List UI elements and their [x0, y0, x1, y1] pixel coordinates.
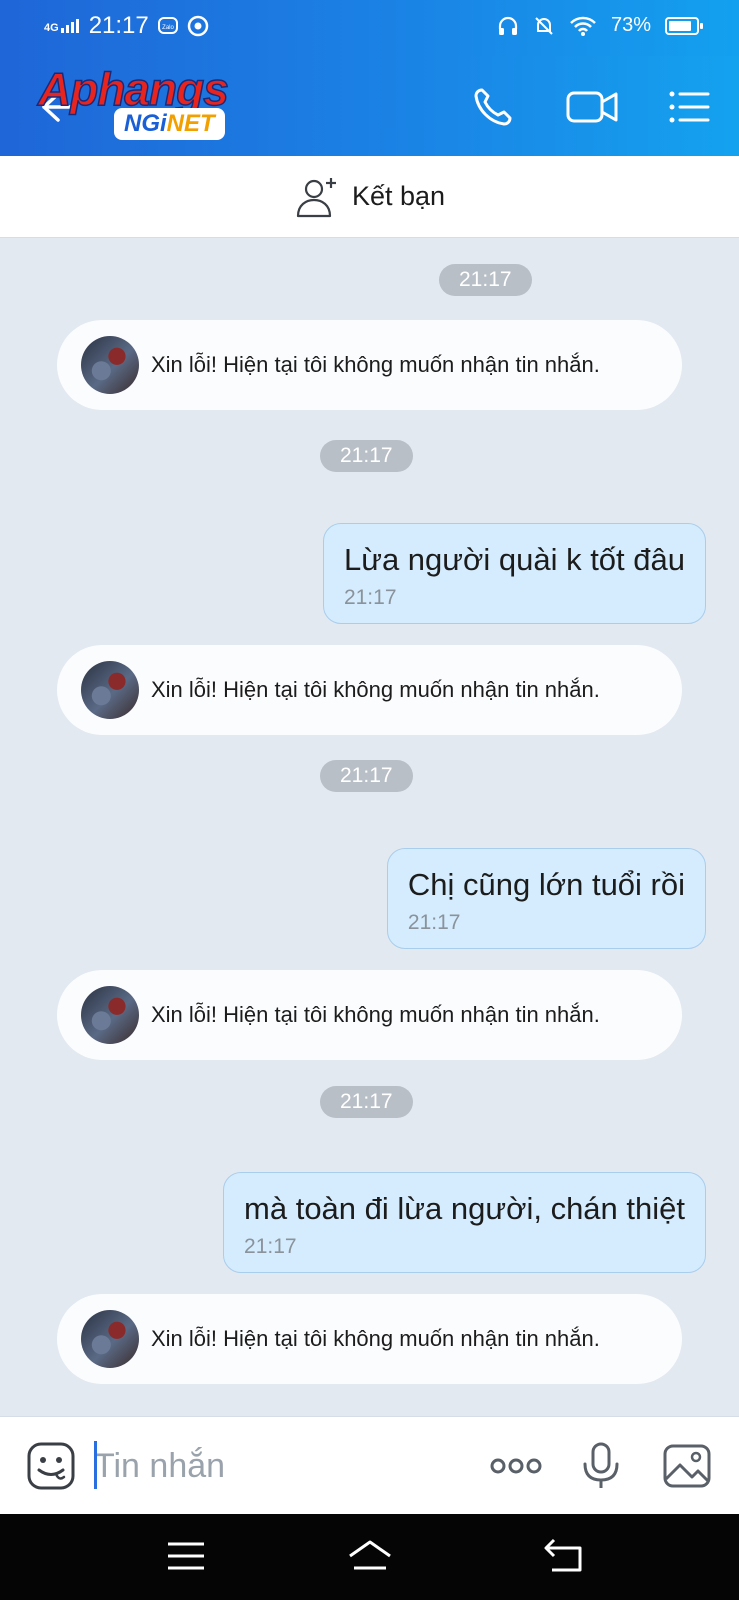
- text-caret: [94, 1441, 97, 1489]
- mute-icon: [535, 16, 553, 35]
- image-icon[interactable]: [662, 1441, 712, 1491]
- battery-percent: 73%: [610, 14, 651, 36]
- auto-reply-message[interactable]: Xin lỗi! Hiện tại tôi không muốn nhận ti…: [57, 645, 682, 735]
- battery-icon: [665, 16, 703, 35]
- headphones-icon: [498, 16, 518, 35]
- message-time: 21:17: [343, 586, 397, 609]
- time-divider: 21:17: [320, 1086, 413, 1118]
- phone-icon[interactable]: [468, 82, 518, 132]
- message-text: Chị cũng lớn tuổi rồi: [407, 867, 685, 902]
- auto-reply-message[interactable]: Xin lỗi! Hiện tại tôi không muốn nhận ti…: [57, 1294, 682, 1384]
- watermark-logo: Aphangs NGiNET: [37, 62, 258, 152]
- wifi-icon: [570, 16, 596, 36]
- message-text: Lừa người quài k tốt đâu: [343, 542, 685, 577]
- back-nav-icon[interactable]: [542, 1536, 586, 1576]
- home-icon[interactable]: [346, 1536, 394, 1576]
- avatar[interactable]: [81, 986, 139, 1044]
- message-text: mà toàn đi lừa người, chán thiệt: [244, 1191, 685, 1226]
- status-time: 21:17: [88, 12, 149, 39]
- list-menu-icon[interactable]: [664, 82, 714, 132]
- chat-messages[interactable]: 21:17 Xin lỗi! Hiện tại tôi không muốn n…: [0, 238, 739, 1416]
- avatar[interactable]: [81, 336, 139, 394]
- microphone-icon[interactable]: [576, 1441, 626, 1491]
- message-input[interactable]: [94, 1439, 454, 1493]
- video-camera-icon[interactable]: [564, 82, 620, 132]
- status-left: 4G 21:17 Zalo: [44, 12, 209, 40]
- message-text: Xin lỗi! Hiện tại tôi không muốn nhận ti…: [151, 352, 600, 377]
- more-dots-icon[interactable]: [488, 1441, 544, 1491]
- logo-sub-left: NGi: [124, 110, 167, 137]
- zalo-notification-icon: Zalo: [157, 17, 178, 34]
- my-message[interactable]: Lừa người quài k tốt đâu 21:17: [322, 523, 706, 624]
- message-input-bar: [0, 1416, 739, 1514]
- message-text: Xin lỗi! Hiện tại tôi không muốn nhận ti…: [151, 677, 600, 702]
- add-friend-label: Kết bạn: [351, 181, 446, 211]
- svg-text:Zalo: Zalo: [162, 25, 174, 31]
- avatar[interactable]: [81, 661, 139, 719]
- message-time: 21:17: [407, 911, 461, 934]
- add-person-icon: [296, 177, 336, 217]
- auto-reply-message[interactable]: Xin lỗi! Hiện tại tôi không muốn nhận ti…: [57, 970, 682, 1060]
- recent-apps-icon[interactable]: [164, 1536, 208, 1576]
- logo-sub-right: NET: [166, 110, 215, 137]
- status-right: 73%: [497, 14, 703, 37]
- auto-reply-message[interactable]: Xin lỗi! Hiện tại tôi không muốn nhận ti…: [57, 320, 682, 410]
- message-text: Xin lỗi! Hiện tại tôi không muốn nhận ti…: [151, 1002, 600, 1027]
- avatar[interactable]: [81, 1310, 139, 1368]
- system-nav-bar: [0, 1514, 739, 1600]
- signal-icon: 4G: [44, 19, 81, 34]
- my-message[interactable]: mà toàn đi lừa người, chán thiệt 21:17: [223, 1172, 706, 1273]
- logo-sub: NGiNET: [114, 108, 225, 140]
- chat-header: Aphangs NGiNET: [0, 56, 739, 156]
- network-type: 4G: [44, 22, 59, 34]
- time-divider: 21:17: [320, 440, 413, 472]
- chrome-notification-icon: [187, 15, 208, 37]
- time-divider: 21:17: [439, 264, 532, 296]
- message-text: Xin lỗi! Hiện tại tôi không muốn nhận ti…: [151, 1326, 600, 1351]
- add-friend-button[interactable]: Kết bạn: [0, 156, 739, 238]
- message-time: 21:17: [244, 1235, 297, 1258]
- status-bar: 4G 21:17 Zalo 73%: [0, 0, 739, 56]
- emoji-icon[interactable]: [26, 1441, 76, 1491]
- my-message[interactable]: Chị cũng lớn tuổi rồi 21:17: [386, 848, 706, 949]
- time-divider: 21:17: [320, 760, 413, 792]
